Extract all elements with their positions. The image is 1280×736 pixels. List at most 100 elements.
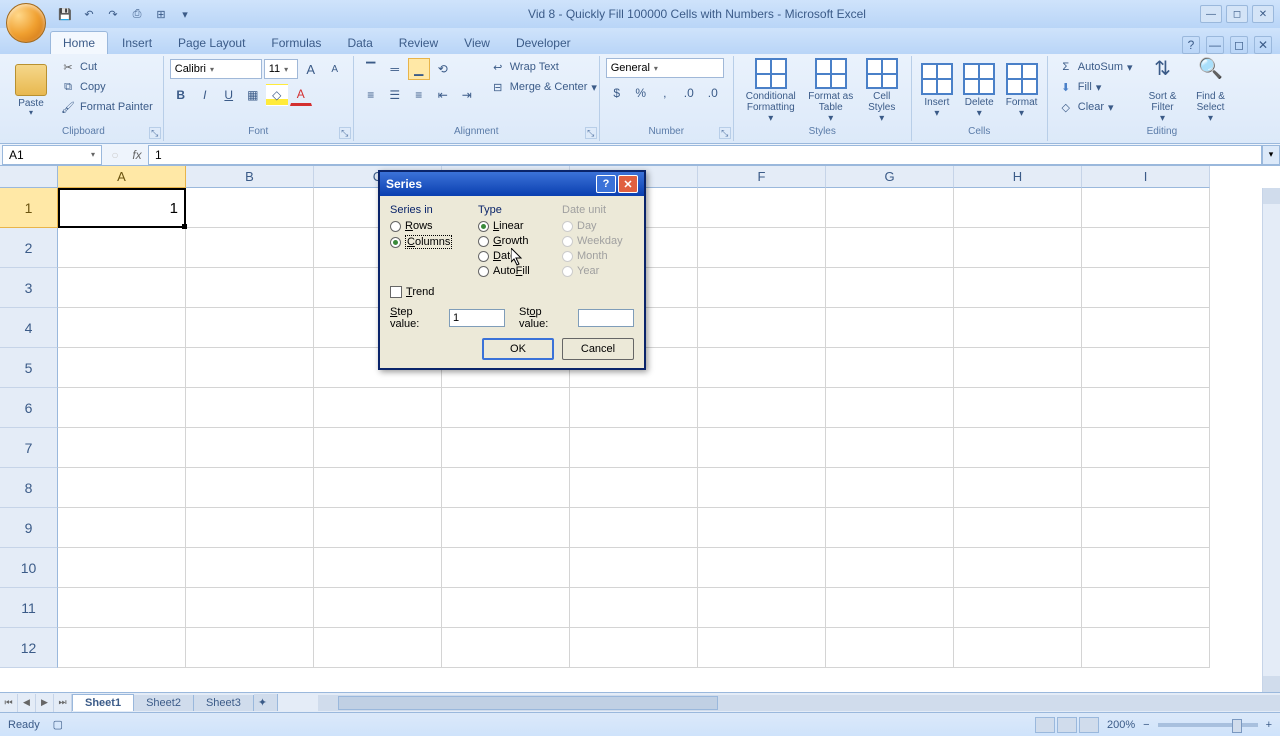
cell[interactable]: [1082, 508, 1210, 548]
cell[interactable]: [698, 628, 826, 668]
sort-filter-button[interactable]: ⇅Sort & Filter ▾: [1141, 58, 1185, 124]
shrink-font-button[interactable]: A: [324, 58, 346, 80]
last-sheet-button[interactable]: ⏭: [54, 694, 72, 712]
copy-button[interactable]: ⧉Copy: [56, 78, 157, 96]
vertical-scrollbar[interactable]: [1262, 188, 1280, 692]
radio-autofill[interactable]: AutoFill: [478, 265, 554, 277]
decrease-indent-button[interactable]: ⇤: [432, 84, 454, 106]
cell[interactable]: [570, 628, 698, 668]
orientation-button[interactable]: ⟲: [432, 58, 454, 80]
cut-button[interactable]: ✂Cut: [56, 58, 157, 76]
row-header[interactable]: 2: [0, 228, 58, 268]
minimize-button[interactable]: —: [1200, 5, 1222, 23]
font-size-combo[interactable]: 11: [264, 59, 298, 79]
row-header[interactable]: 10: [0, 548, 58, 588]
cell[interactable]: [826, 468, 954, 508]
align-top-button[interactable]: ▔: [360, 58, 382, 80]
cell[interactable]: [186, 188, 314, 228]
cell[interactable]: [442, 388, 570, 428]
close-button[interactable]: ✕: [1252, 5, 1274, 23]
cancel-formula-icon[interactable]: ○: [104, 145, 126, 165]
col-header-b[interactable]: B: [186, 166, 314, 188]
row-header[interactable]: 6: [0, 388, 58, 428]
tab-insert[interactable]: Insert: [110, 32, 164, 54]
insert-cells-button[interactable]: Insert ▾: [918, 58, 956, 124]
tab-formulas[interactable]: Formulas: [259, 32, 333, 54]
cell[interactable]: [58, 228, 186, 268]
cell[interactable]: [1082, 628, 1210, 668]
cell[interactable]: [698, 188, 826, 228]
cell[interactable]: [442, 548, 570, 588]
radio-growth[interactable]: Growth: [478, 235, 554, 247]
next-sheet-button[interactable]: ▶: [36, 694, 54, 712]
col-header-a[interactable]: A: [58, 166, 186, 188]
cell[interactable]: [1082, 428, 1210, 468]
cell[interactable]: [1082, 348, 1210, 388]
wrap-text-button[interactable]: ↩Wrap Text: [486, 58, 601, 76]
cell[interactable]: [58, 428, 186, 468]
cell[interactable]: [58, 388, 186, 428]
cell[interactable]: [698, 348, 826, 388]
clipboard-launcher[interactable]: ⤡: [149, 127, 161, 139]
bold-button[interactable]: B: [170, 84, 192, 106]
decrease-decimal-button[interactable]: .0: [702, 82, 724, 104]
cell[interactable]: [954, 228, 1082, 268]
prev-sheet-button[interactable]: ◀: [18, 694, 36, 712]
cell[interactable]: [1082, 228, 1210, 268]
ok-button[interactable]: OK: [482, 338, 554, 360]
stop-value-input[interactable]: [578, 309, 634, 327]
row-header[interactable]: 4: [0, 308, 58, 348]
cell[interactable]: [1082, 188, 1210, 228]
find-select-button[interactable]: 🔍Find & Select ▾: [1189, 58, 1233, 124]
cell[interactable]: [954, 508, 1082, 548]
cell[interactable]: [314, 588, 442, 628]
increase-decimal-button[interactable]: .0: [678, 82, 700, 104]
cell[interactable]: [698, 508, 826, 548]
qat-dropdown-icon[interactable]: ▾: [176, 5, 194, 23]
redo-icon[interactable]: ↷: [104, 5, 122, 23]
cell[interactable]: [570, 468, 698, 508]
number-format-combo[interactable]: General: [606, 58, 724, 78]
cell[interactable]: [186, 388, 314, 428]
radio-rows[interactable]: Rows: [390, 220, 470, 232]
cell[interactable]: [570, 588, 698, 628]
zoom-in-button[interactable]: +: [1266, 719, 1272, 731]
cell[interactable]: [570, 428, 698, 468]
cell[interactable]: [954, 548, 1082, 588]
border-button[interactable]: ▦: [242, 84, 264, 106]
cell[interactable]: [698, 308, 826, 348]
cell[interactable]: [570, 548, 698, 588]
page-layout-view-button[interactable]: [1057, 717, 1077, 733]
formula-input[interactable]: 1: [148, 145, 1262, 165]
cell[interactable]: 1: [58, 188, 186, 228]
cell[interactable]: [954, 388, 1082, 428]
align-right-button[interactable]: ≡: [408, 84, 430, 106]
radio-columns[interactable]: Columns: [390, 235, 470, 249]
cell[interactable]: [826, 188, 954, 228]
cell[interactable]: [1082, 588, 1210, 628]
align-left-button[interactable]: ≡: [360, 84, 382, 106]
cell[interactable]: [314, 628, 442, 668]
font-launcher[interactable]: ⤡: [339, 127, 351, 139]
delete-cells-button[interactable]: Delete ▾: [960, 58, 998, 124]
conditional-formatting-button[interactable]: Conditional Formatting ▾: [740, 58, 802, 124]
sheet-tab-1[interactable]: Sheet1: [72, 694, 134, 711]
cell[interactable]: [826, 628, 954, 668]
row-header[interactable]: 9: [0, 508, 58, 548]
cell[interactable]: [58, 628, 186, 668]
name-box[interactable]: A1: [2, 145, 102, 165]
cell[interactable]: [698, 588, 826, 628]
office-button[interactable]: [6, 3, 46, 43]
cell[interactable]: [1082, 388, 1210, 428]
cell[interactable]: [826, 588, 954, 628]
first-sheet-button[interactable]: ⏮: [0, 694, 18, 712]
font-name-combo[interactable]: Calibri: [170, 59, 262, 79]
cell[interactable]: [698, 468, 826, 508]
col-header-g[interactable]: G: [826, 166, 954, 188]
cell[interactable]: [314, 468, 442, 508]
cell[interactable]: [442, 508, 570, 548]
undo-icon[interactable]: ↶: [80, 5, 98, 23]
col-header-f[interactable]: F: [698, 166, 826, 188]
cell[interactable]: [186, 588, 314, 628]
sheet-tab-2[interactable]: Sheet2: [134, 695, 194, 711]
